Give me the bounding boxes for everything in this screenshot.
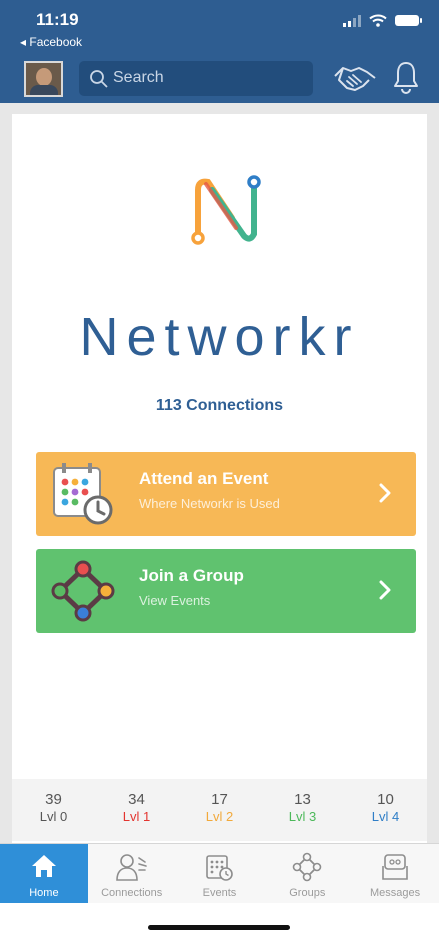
attend-event-subtitle: Where Networkr is Used — [139, 496, 280, 511]
chevron-right-icon — [379, 580, 391, 600]
attend-event-title: Attend an Event — [139, 469, 269, 488]
main-card: Networkr 113 Connections Attend an Event… — [12, 114, 427, 847]
tab-events[interactable]: Events — [176, 844, 264, 903]
networkr-logo-icon — [191, 175, 261, 245]
avatar[interactable] — [24, 61, 63, 97]
level-3[interactable]: 13 Lvl 3 — [261, 779, 344, 841]
status-time: 11:19 — [36, 10, 79, 29]
level-label: Lvl 2 — [205, 809, 234, 824]
chevron-right-icon — [379, 483, 391, 503]
tab-label: Home — [29, 887, 59, 899]
home-indicator[interactable] — [148, 925, 290, 930]
level-label: Lvl 0 — [39, 809, 68, 824]
connection-levels: 39 Lvl 0 34 Lvl 1 17 Lvl 2 13 Lvl 3 10 L… — [12, 779, 427, 841]
tab-label: Events — [202, 887, 237, 899]
messages-icon — [382, 854, 408, 880]
level-count: 34 — [128, 791, 145, 808]
status-indicators — [343, 14, 422, 27]
wifi-icon — [369, 14, 387, 27]
tab-messages[interactable]: Messages — [351, 844, 439, 903]
join-group-button[interactable]: Join a Group View Events — [36, 549, 416, 633]
connections-count[interactable]: 113 Connections — [12, 397, 427, 415]
calendar-clock-icon — [53, 463, 113, 525]
level-count: 13 — [294, 791, 311, 808]
search-input[interactable] — [113, 67, 303, 89]
tab-bar: Home Connections Events Groups Messages — [0, 843, 439, 903]
brand-title: Networkr — [79, 307, 360, 367]
group-network-icon — [51, 560, 115, 622]
level-count: 10 — [377, 791, 394, 808]
tab-groups[interactable]: Groups — [263, 844, 351, 903]
join-group-subtitle: View Events — [139, 593, 211, 608]
search-bar[interactable] — [79, 61, 313, 96]
search-icon — [90, 70, 108, 88]
level-4[interactable]: 10 Lvl 4 — [344, 779, 427, 841]
level-1[interactable]: 34 Lvl 1 — [95, 779, 178, 841]
battery-icon — [395, 15, 422, 26]
tab-connections[interactable]: Connections — [88, 844, 176, 903]
level-0[interactable]: 39 Lvl 0 — [12, 779, 95, 841]
connections-icon — [115, 854, 147, 881]
level-count: 17 — [211, 791, 228, 808]
tab-label: Messages — [370, 887, 421, 899]
tab-label: Connections — [101, 887, 163, 899]
attend-event-button[interactable]: Attend an Event Where Networkr is Used — [36, 452, 416, 536]
home-indicator-area — [0, 903, 439, 937]
handshake-icon[interactable] — [333, 62, 377, 94]
cellular-signal-icon — [343, 14, 361, 27]
bell-icon[interactable] — [392, 60, 420, 94]
tab-home[interactable]: Home — [0, 844, 88, 903]
home-icon — [31, 855, 56, 877]
tab-label: Groups — [289, 887, 326, 899]
level-2[interactable]: 17 Lvl 2 — [178, 779, 261, 841]
level-label: Lvl 3 — [288, 809, 317, 824]
level-label: Lvl 1 — [122, 809, 151, 824]
back-to-app-link[interactable]: ◂ Facebook — [20, 35, 82, 49]
join-group-title: Join a Group — [139, 566, 244, 585]
top-bar: 11:19 ◂ Facebook — [0, 0, 439, 103]
groups-icon — [292, 852, 322, 882]
level-label: Lvl 4 — [371, 809, 400, 824]
calendar-icon — [206, 855, 234, 881]
level-count: 39 — [45, 791, 62, 808]
back-app-label: Facebook — [29, 35, 83, 49]
